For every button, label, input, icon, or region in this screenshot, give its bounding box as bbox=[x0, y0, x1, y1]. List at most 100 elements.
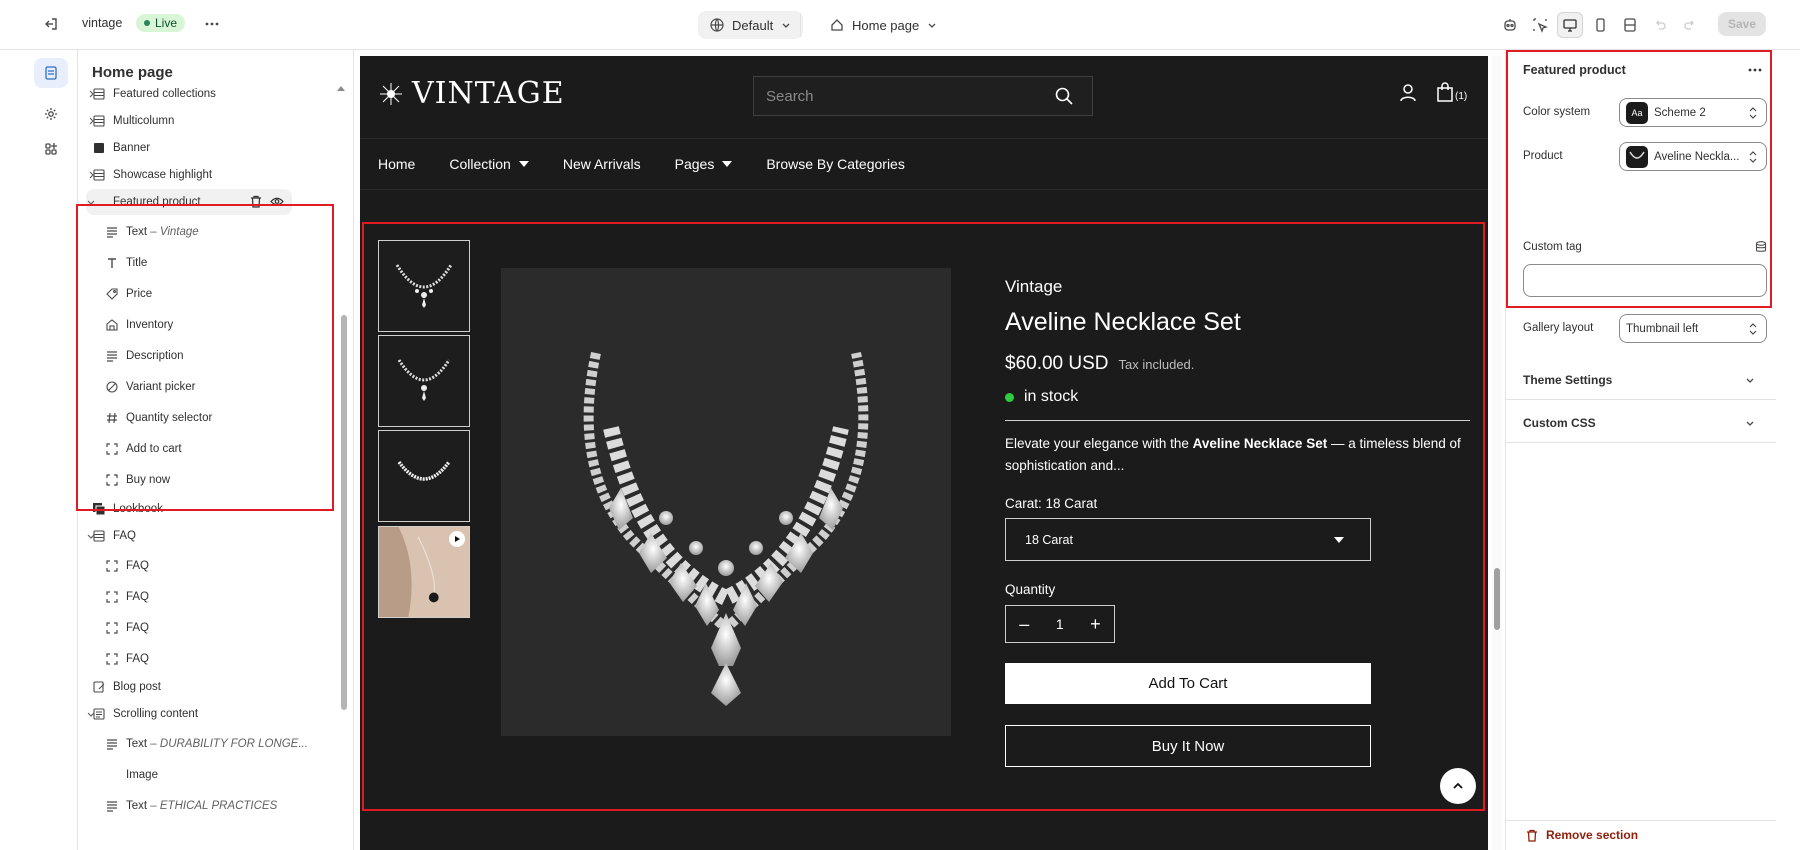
more-actions-button[interactable] bbox=[203, 15, 221, 33]
trash-icon[interactable] bbox=[250, 195, 262, 208]
dropdown-caret-icon bbox=[518, 161, 529, 167]
sidebar-section-row[interactable]: Showcase highlight bbox=[78, 162, 354, 188]
eye-icon[interactable] bbox=[270, 195, 284, 208]
remove-section-button[interactable]: Remove section bbox=[1526, 828, 1638, 842]
sidebar-block-row[interactable]: Inventory bbox=[78, 312, 354, 338]
sidebar-item-label: Blog post bbox=[113, 681, 161, 693]
bag-icon bbox=[1436, 82, 1454, 102]
sidebar-item-sublabel: DURABILITY FOR LONGE... bbox=[159, 738, 308, 750]
sidebar-block-row[interactable]: Title bbox=[78, 250, 354, 276]
text-icon bbox=[104, 224, 120, 240]
product-vendor: Vintage bbox=[1005, 277, 1063, 296]
page-selector[interactable]: Home page bbox=[818, 11, 949, 39]
theme-selector[interactable]: Default bbox=[698, 11, 804, 39]
nav-pages[interactable]: Pages bbox=[675, 156, 733, 172]
ai-assistant-button[interactable] bbox=[1497, 12, 1523, 38]
sidebar-block-row[interactable]: FAQ bbox=[78, 553, 354, 579]
dropdown-caret-icon bbox=[722, 161, 733, 167]
sidebar-block-row[interactable]: Banner bbox=[78, 135, 354, 161]
store-preview: VINTAGE Search (1) Home Collection New A… bbox=[360, 56, 1488, 850]
theme-settings-button[interactable] bbox=[34, 99, 68, 129]
inspector-button[interactable] bbox=[1527, 12, 1553, 38]
fullscreen-button[interactable] bbox=[1617, 12, 1643, 38]
sidebar-block-row[interactable]: Text – Vintage bbox=[78, 219, 354, 245]
image-block-icon bbox=[91, 140, 107, 156]
variant-icon bbox=[104, 379, 120, 395]
product-thumbnail[interactable] bbox=[378, 335, 470, 427]
sidebar-block-row[interactable]: FAQ bbox=[78, 646, 354, 672]
sidebar-section-row[interactable]: FAQ bbox=[78, 523, 354, 549]
sidebar-block-row[interactable]: Description bbox=[78, 343, 354, 369]
preview-scroll-thumb[interactable] bbox=[1494, 568, 1500, 630]
sidebar-section-row[interactable]: Multicolumn bbox=[78, 108, 354, 134]
product-thumbnail[interactable] bbox=[378, 430, 470, 522]
variant-select[interactable]: 18 Carat bbox=[1005, 518, 1371, 561]
sidebar-block-row[interactable]: Lookbook bbox=[78, 496, 354, 522]
store-header: VINTAGE Search (1) bbox=[360, 56, 1488, 138]
desktop-icon bbox=[1562, 17, 1578, 33]
theme-settings-accordion[interactable]: Theme Settings bbox=[1506, 360, 1776, 400]
chevron-down-icon bbox=[1744, 374, 1756, 386]
desktop-view-button[interactable] bbox=[1557, 12, 1583, 38]
account-icon[interactable] bbox=[1398, 82, 1418, 102]
sections-button[interactable] bbox=[34, 58, 68, 88]
cart-button[interactable]: (1) bbox=[1436, 82, 1467, 102]
sidebar-section-row[interactable]: Scrolling content bbox=[78, 701, 354, 727]
exit-button[interactable] bbox=[42, 15, 60, 33]
sidebar-block-row[interactable]: FAQ bbox=[78, 615, 354, 641]
custom-tag-label: Custom tag bbox=[1523, 241, 1582, 253]
sidebar-block-row[interactable]: Text – ETHICAL PRACTICES bbox=[78, 793, 354, 819]
sidebar-scrollbar[interactable] bbox=[341, 315, 347, 710]
nav-home[interactable]: Home bbox=[378, 156, 415, 172]
quantity-label: Quantity bbox=[1005, 582, 1056, 597]
sidebar-item-label: Featured collections bbox=[113, 88, 216, 100]
block-icon bbox=[104, 589, 120, 605]
sidebar-block-row[interactable]: Image bbox=[78, 762, 354, 788]
search-icon[interactable] bbox=[1054, 86, 1074, 106]
apps-icon bbox=[43, 141, 59, 157]
mobile-view-button[interactable] bbox=[1587, 12, 1613, 38]
panel-more-button[interactable] bbox=[1746, 62, 1766, 78]
sidebar-section-row[interactable]: Featured collections bbox=[78, 81, 354, 107]
color-system-select[interactable]: Aa Scheme 2 bbox=[1619, 98, 1767, 127]
custom-tag-input[interactable] bbox=[1523, 264, 1767, 297]
gallery-layout-value: Thumbnail left bbox=[1626, 322, 1699, 335]
apps-button[interactable] bbox=[34, 134, 68, 164]
custom-css-accordion[interactable]: Custom CSS bbox=[1506, 403, 1776, 443]
sidebar-block-row[interactable]: Add to cart bbox=[78, 436, 354, 462]
sidebar-block-row[interactable]: Quantity selector bbox=[78, 405, 354, 431]
undo-button[interactable] bbox=[1647, 12, 1673, 38]
increase-button[interactable]: + bbox=[1090, 614, 1101, 635]
sidebar-block-row[interactable]: Price bbox=[78, 281, 354, 307]
nav-browse-categories[interactable]: Browse By Categories bbox=[766, 156, 905, 172]
sidebar-block-row[interactable]: Blog post bbox=[78, 674, 354, 700]
nav-new-arrivals[interactable]: New Arrivals bbox=[563, 156, 641, 172]
in-stock-dot-icon bbox=[1005, 392, 1014, 402]
sidebar-block-row[interactable]: Variant picker bbox=[78, 374, 354, 400]
nav-collection[interactable]: Collection bbox=[449, 156, 529, 172]
sidebar-block-row[interactable]: Text – DURABILITY FOR LONGE... bbox=[78, 731, 354, 757]
store-search-input[interactable]: Search bbox=[753, 76, 1093, 116]
product-thumbnail[interactable] bbox=[378, 240, 470, 332]
product-video-thumbnail[interactable] bbox=[378, 526, 470, 618]
buy-now-button[interactable]: Buy It Now bbox=[1005, 725, 1371, 767]
quantity-value[interactable]: 1 bbox=[1056, 616, 1064, 632]
add-to-cart-button[interactable]: Add To Cart bbox=[1005, 663, 1371, 704]
preview-scrollbar[interactable] bbox=[1492, 56, 1502, 850]
decrease-button[interactable]: – bbox=[1019, 614, 1029, 635]
desc-text: Elevate your elegance with the bbox=[1005, 436, 1193, 451]
dynamic-source-button[interactable] bbox=[1754, 240, 1768, 254]
block-icon bbox=[104, 651, 120, 667]
product-picker[interactable]: Aveline Neckla... bbox=[1619, 142, 1767, 171]
store-nav: Home Collection New Arrivals Pages Brows… bbox=[360, 138, 1488, 190]
sidebar-section-row[interactable]: Featured product bbox=[86, 189, 292, 215]
save-button[interactable]: Save bbox=[1718, 12, 1766, 36]
inventory-status: in stock bbox=[1005, 388, 1078, 406]
sidebar-block-row[interactable]: FAQ bbox=[78, 584, 354, 610]
product-main-image[interactable] bbox=[501, 268, 951, 736]
gallery-layout-select[interactable]: Thumbnail left bbox=[1619, 314, 1767, 343]
store-logo[interactable]: VINTAGE bbox=[380, 76, 565, 111]
redo-button[interactable] bbox=[1677, 12, 1703, 38]
back-to-top-button[interactable] bbox=[1440, 768, 1476, 804]
sidebar-block-row[interactable]: Buy now bbox=[78, 467, 354, 493]
